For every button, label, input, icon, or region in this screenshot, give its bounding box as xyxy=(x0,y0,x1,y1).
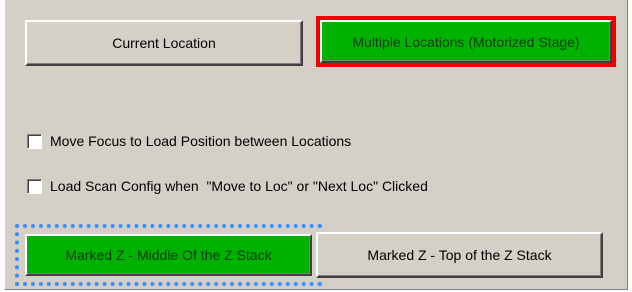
load-scan-config-label: Load Scan Config when "Move to Loc" or "… xyxy=(50,178,428,194)
multiple-locations-highlight: Multiple Locations (Motorized Stage) xyxy=(316,16,616,67)
load-scan-config-checkbox[interactable] xyxy=(27,178,42,194)
multiple-locations-button[interactable]: Multiple Locations (Motorized Stage) xyxy=(320,20,612,63)
move-focus-label: Move Focus to Load Position between Loca… xyxy=(50,133,352,149)
move-focus-option[interactable]: Move Focus to Load Position between Loca… xyxy=(27,133,351,149)
current-location-label: Current Location xyxy=(112,35,216,51)
current-location-button[interactable]: Current Location xyxy=(25,20,303,66)
marked-z-top-label: Marked Z - Top of the Z Stack xyxy=(367,247,552,263)
marked-z-middle-button[interactable]: Marked Z - Middle Of the Z Stack xyxy=(25,234,312,276)
load-scan-config-option[interactable]: Load Scan Config when "Move to Loc" or "… xyxy=(27,178,428,194)
marked-z-top-button[interactable]: Marked Z - Top of the Z Stack xyxy=(316,232,603,278)
settings-panel: Current Location Multiple Locations (Mot… xyxy=(4,0,628,290)
marked-z-middle-label: Marked Z - Middle Of the Z Stack xyxy=(65,247,272,263)
multiple-locations-label: Multiple Locations (Motorized Stage) xyxy=(352,33,580,50)
marked-z-middle-focus-ring: Marked Z - Middle Of the Z Stack xyxy=(15,224,322,286)
move-focus-checkbox[interactable] xyxy=(27,133,42,149)
